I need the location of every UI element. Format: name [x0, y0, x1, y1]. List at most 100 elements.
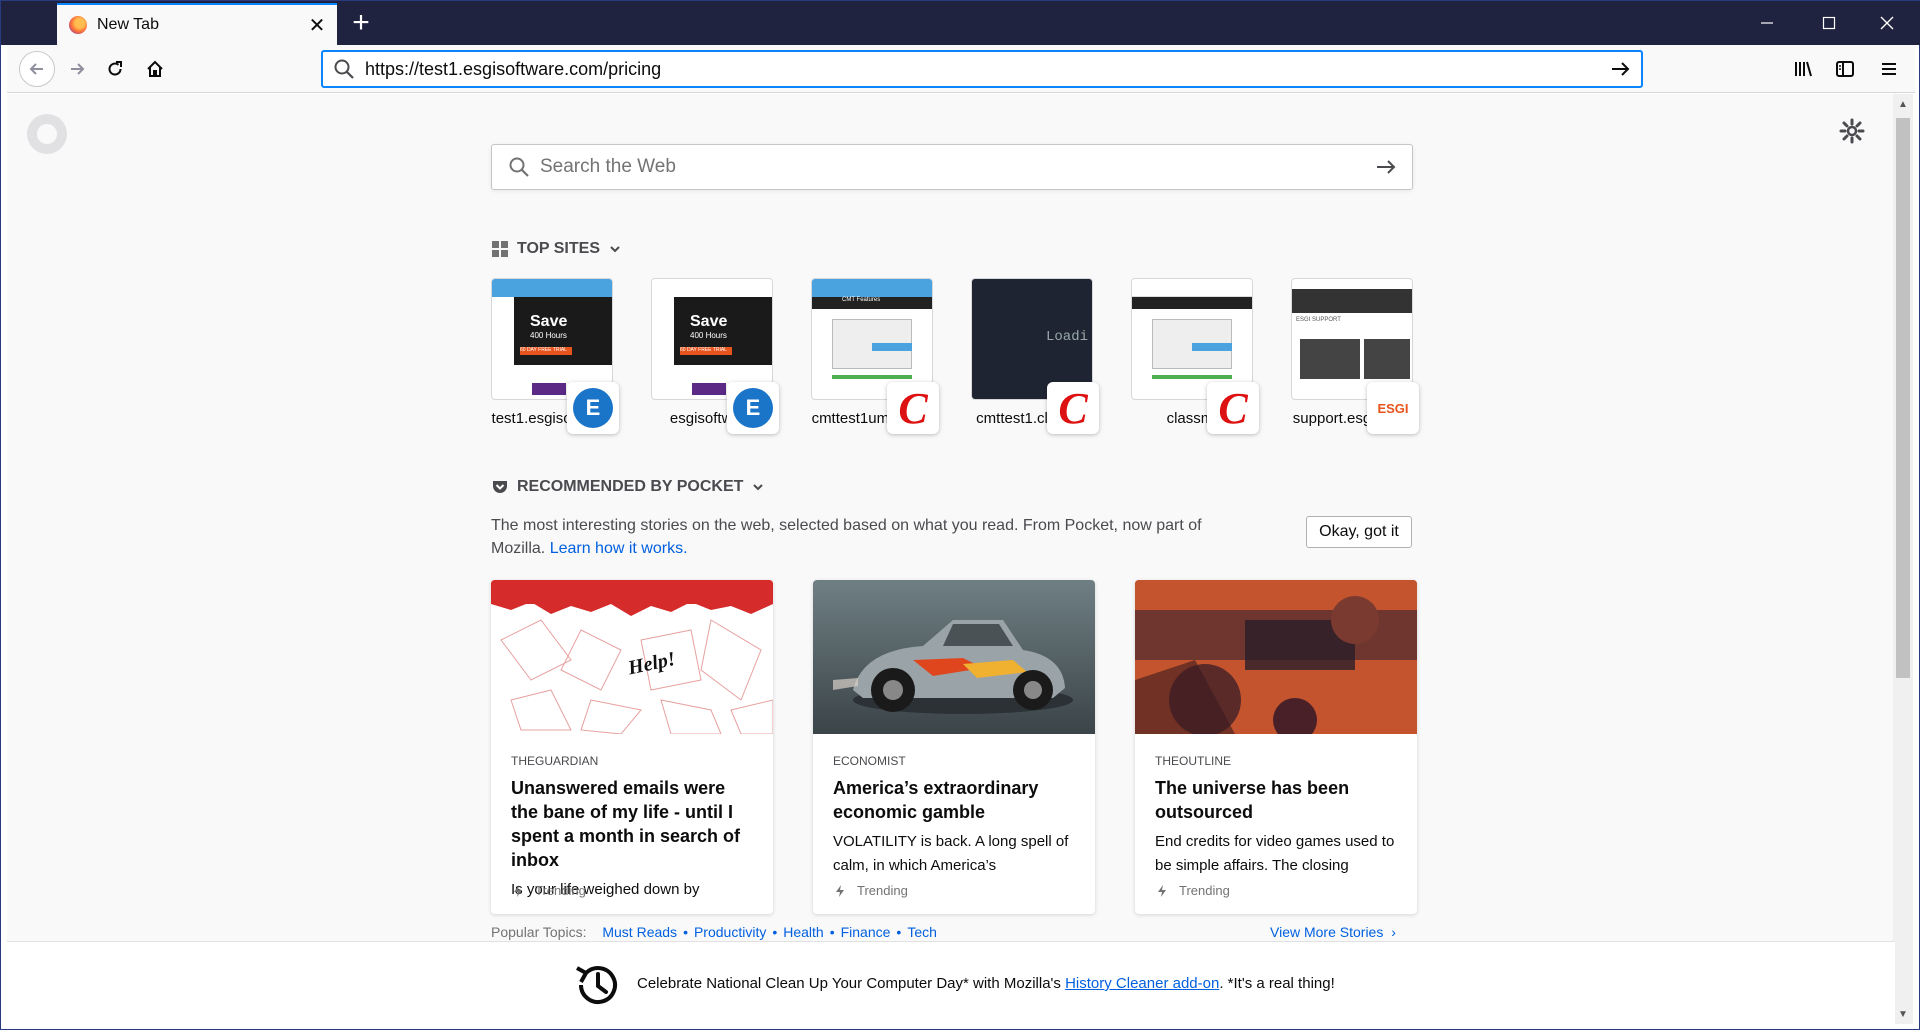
- top-site-tile[interactable]: C classmt: [1131, 278, 1259, 434]
- arrow-right-icon: [71, 63, 85, 75]
- lightning-icon: [514, 884, 522, 897]
- top-site-tile[interactable]: Loadi C cmttest1.classmt: [971, 278, 1099, 434]
- tab-new-tab[interactable]: New Tab ✕: [57, 3, 337, 45]
- scroll-up-icon[interactable]: ▲: [1893, 94, 1913, 114]
- library-icon: [1795, 61, 1812, 77]
- site-badge-icon: E: [727, 382, 779, 434]
- top-site-tile[interactable]: Save 400 Hours 60 DAY FREE TRIAL E test1…: [491, 278, 619, 434]
- search-input[interactable]: [540, 156, 1372, 178]
- top-site-tile[interactable]: CMT Features C cmttest1um.clas...: [811, 278, 939, 434]
- story-image-text: Help!: [625, 648, 677, 680]
- grid-icon: [492, 241, 508, 257]
- new-tab-button[interactable]: +: [345, 6, 377, 39]
- trending-label: Trending: [511, 883, 586, 898]
- top-site-tile[interactable]: ESGI SUPPORT ESGI support.esgisoft...: [1291, 278, 1419, 434]
- tab-strip: New Tab ✕ +: [1, 1, 1920, 45]
- forward-button[interactable]: [61, 53, 93, 85]
- sidebar-button[interactable]: [1829, 53, 1861, 85]
- pocket-heading[interactable]: RECOMMENDED BY POCKET: [491, 478, 765, 496]
- story-card[interactable]: Help! THEGUARDIAN Unanswered emails were…: [491, 580, 773, 914]
- popular-topics-label: Popular Topics:: [491, 924, 587, 940]
- top-sites-heading[interactable]: TOP SITES: [491, 240, 622, 258]
- topic-link[interactable]: Finance: [841, 924, 891, 940]
- pocket-description: The most interesting stories on the web,…: [491, 514, 1231, 560]
- chevron-right-icon: ›: [1391, 924, 1396, 940]
- story-card[interactable]: ECONOMIST America’s extraordinary econom…: [813, 580, 1095, 914]
- back-button[interactable]: [19, 51, 55, 87]
- story-image: Help!: [491, 580, 773, 734]
- top-site-tile[interactable]: Save 400 Hours 60 DAY FREE TRIAL E esgis…: [651, 278, 779, 434]
- topic-link[interactable]: Tech: [907, 924, 937, 940]
- lightning-icon: [836, 884, 844, 897]
- topic-link[interactable]: Productivity: [694, 924, 766, 940]
- go-button[interactable]: [1605, 54, 1635, 84]
- menu-button[interactable]: [1873, 53, 1905, 85]
- tab-close-icon[interactable]: ✕: [303, 11, 331, 39]
- history-clock-icon: [576, 966, 617, 1005]
- url-input[interactable]: [365, 58, 1605, 80]
- thumb-text: 400 Hours: [530, 331, 567, 340]
- thumb-text: Loadi: [1046, 329, 1089, 345]
- scrollbar[interactable]: ▲ ▼: [1893, 94, 1913, 1024]
- home-icon: [147, 60, 163, 77]
- search-go-button[interactable]: [1372, 153, 1400, 181]
- arrow-left-icon: [29, 63, 43, 75]
- minimize-icon: [1761, 22, 1773, 24]
- chevron-down-icon: [753, 484, 764, 491]
- story-headline: America’s extraordinary economic gamble: [833, 778, 1039, 822]
- site-badge-icon: ESGI: [1367, 382, 1419, 434]
- story-excerpt: End credits for video games used to be s…: [1155, 833, 1395, 874]
- reload-icon: [108, 61, 122, 76]
- thumb-text: Save: [690, 313, 728, 330]
- thumb-text: CMT Features: [812, 297, 932, 309]
- story-image: [813, 580, 1095, 734]
- story-card[interactable]: THEOUTLINE The universe has been outsour…: [1135, 580, 1417, 914]
- thumb-text: ESGI SUPPORT: [1296, 317, 1341, 323]
- scrollbar-thumb[interactable]: [1896, 118, 1910, 678]
- home-button[interactable]: [139, 53, 171, 85]
- top-sites-grid: Save 400 Hours 60 DAY FREE TRIAL E test1…: [491, 278, 1419, 434]
- web-search-box[interactable]: [491, 144, 1413, 190]
- reload-button[interactable]: [99, 53, 131, 85]
- okay-got-it-button[interactable]: Okay, got it: [1306, 516, 1412, 548]
- maximize-button[interactable]: [1801, 1, 1857, 45]
- top-sites-title: TOP SITES: [517, 240, 600, 257]
- thumb-text: Save: [530, 313, 568, 330]
- firefox-logo-icon: [27, 114, 67, 154]
- story-headline: Unanswered emails were the bane of my li…: [511, 778, 741, 870]
- navigation-toolbar: [7, 45, 1915, 93]
- snippet-text: Celebrate National Clean Up Your Compute…: [637, 975, 1335, 992]
- site-badge-icon: C: [887, 382, 939, 434]
- search-icon: [509, 157, 529, 177]
- story-source: ECONOMIST: [833, 754, 906, 768]
- snippet-bar: Celebrate National Clean Up Your Compute…: [7, 941, 1895, 1025]
- site-badge-icon: E: [567, 382, 619, 434]
- search-icon: [334, 59, 354, 79]
- arrow-right-icon: [1612, 62, 1630, 76]
- view-more-stories-link[interactable]: View More Stories ›: [1270, 924, 1396, 940]
- url-bar[interactable]: [321, 50, 1643, 88]
- hamburger-menu-icon: [1882, 63, 1896, 75]
- close-icon: [1880, 16, 1894, 30]
- browser-window: New Tab ✕ + https://test1.esgisoftware.c…: [0, 0, 1920, 1030]
- arrow-right-icon: [1377, 160, 1396, 174]
- history-cleaner-link[interactable]: History Cleaner add-on: [1065, 975, 1219, 992]
- site-badge-icon: C: [1207, 382, 1259, 434]
- newtab-page: TOP SITES Save 400 Hours 60 DAY FREE TRI…: [7, 94, 1895, 1024]
- pocket-title: RECOMMENDED BY POCKET: [517, 478, 744, 495]
- minimize-button[interactable]: [1739, 1, 1795, 45]
- thumb-text: 400 Hours: [690, 331, 727, 340]
- topic-link[interactable]: Health: [783, 924, 823, 940]
- pocket-icon: [493, 481, 507, 493]
- story-source: THEGUARDIAN: [511, 754, 599, 768]
- gear-icon[interactable]: [1839, 118, 1865, 144]
- popular-topics: Popular Topics: Must Reads • Productivity •…: [491, 924, 937, 940]
- tab-title: New Tab: [97, 16, 159, 33]
- learn-more-link[interactable]: Learn how it works.: [550, 540, 688, 557]
- library-button[interactable]: [1787, 53, 1819, 85]
- close-window-button[interactable]: [1859, 1, 1915, 45]
- scroll-down-icon[interactable]: ▼: [1893, 1004, 1913, 1024]
- topic-link[interactable]: Must Reads: [602, 924, 677, 940]
- thumb-text: 60 DAY FREE TRIAL: [680, 347, 732, 355]
- story-headline: The universe has been outsourced: [1155, 778, 1350, 822]
